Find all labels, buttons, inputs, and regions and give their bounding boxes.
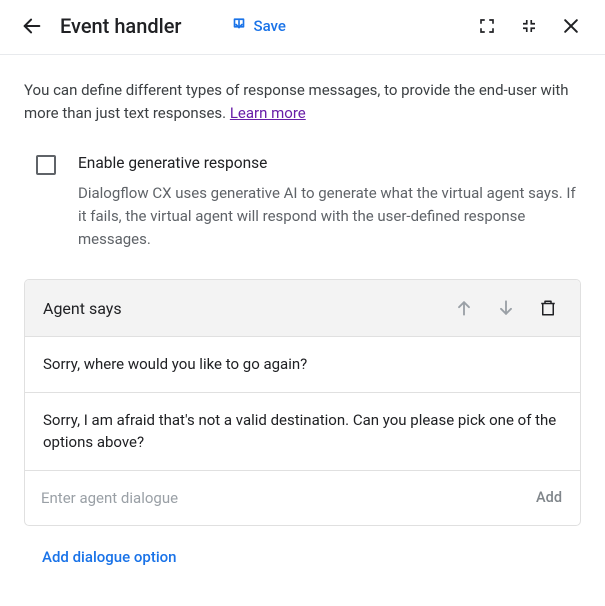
enable-generative-label: Enable generative response bbox=[78, 154, 581, 172]
move-up-button[interactable] bbox=[450, 294, 478, 322]
agent-says-title: Agent says bbox=[43, 299, 122, 318]
arrow-up-icon bbox=[454, 298, 474, 318]
save-icon bbox=[230, 17, 248, 35]
generative-response-block: Enable generative response Dialogflow CX… bbox=[24, 154, 581, 274]
fullscreen-icon bbox=[478, 17, 496, 35]
fullscreen-exit-icon bbox=[520, 17, 538, 35]
delete-button[interactable] bbox=[534, 294, 562, 322]
panel-content: You can define different types of respon… bbox=[0, 55, 605, 596]
fullscreen-button[interactable] bbox=[473, 12, 501, 40]
agent-dialogue-input-row: Add bbox=[25, 471, 580, 525]
arrow-down-icon bbox=[496, 298, 516, 318]
move-down-button[interactable] bbox=[492, 294, 520, 322]
arrow-left-icon bbox=[21, 15, 43, 37]
enable-generative-checkbox[interactable] bbox=[36, 155, 56, 175]
generative-description: Dialogflow CX uses generative AI to gene… bbox=[78, 182, 581, 252]
learn-more-link[interactable]: Learn more bbox=[230, 104, 306, 122]
back-button[interactable] bbox=[20, 14, 44, 38]
save-button[interactable]: Save bbox=[230, 17, 286, 35]
panel-header: Event handler Save bbox=[0, 0, 605, 55]
exit-fullscreen-button[interactable] bbox=[515, 12, 543, 40]
agent-response-row[interactable]: Sorry, where would you like to go again? bbox=[25, 337, 580, 393]
agent-dialogue-input[interactable] bbox=[37, 483, 524, 513]
panel-title: Event handler bbox=[60, 14, 182, 38]
close-button[interactable] bbox=[557, 12, 585, 40]
save-label: Save bbox=[254, 17, 286, 35]
agent-response-row[interactable]: Sorry, I am afraid that's not a valid de… bbox=[25, 393, 580, 471]
intro-text: You can define different types of respon… bbox=[24, 79, 581, 126]
close-icon bbox=[561, 16, 581, 36]
add-dialogue-button[interactable]: Add bbox=[536, 489, 562, 506]
trash-icon bbox=[539, 298, 557, 318]
agent-says-card: Agent says Sorry, where would you like t… bbox=[24, 279, 581, 526]
add-dialogue-option-button[interactable]: Add dialogue option bbox=[24, 526, 181, 576]
agent-says-header: Agent says bbox=[25, 280, 580, 337]
